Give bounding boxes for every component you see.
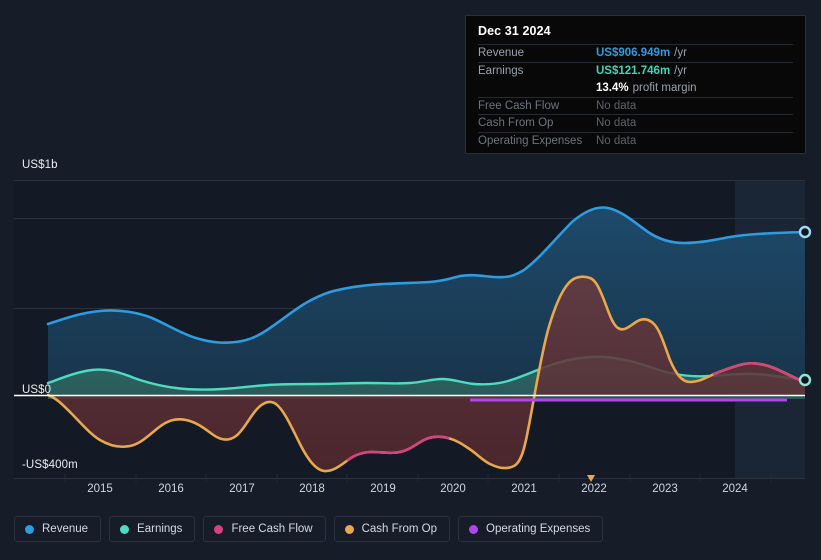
tooltip-value-earnings: US$121.746m [596,64,671,77]
tooltip-value-free-cash-flow: No data [596,99,637,112]
legend-label-free-cash-flow: Free Cash Flow [231,523,313,535]
chart-legend: Revenue Earnings Free Cash Flow Cash Fro… [14,516,604,542]
legend-label-revenue: Revenue [42,523,89,535]
legend-dot-free-cash-flow-icon [214,524,224,534]
tooltip-row-free-cash-flow: Free Cash Flow No data [478,96,793,115]
legend-item-revenue[interactable]: Revenue [14,516,102,542]
x-axis-tick-2023: 2023 [652,483,678,495]
end-marker-earnings[interactable] [798,373,812,387]
tooltip-label-cash-from-op: Cash From Op [478,117,554,130]
chart-tooltip: Dec 31 2024 Revenue US$906.949m /yr Earn… [465,15,806,154]
legend-label-cash-from-op: Cash From Op [361,523,438,535]
tooltip-value-profit-margin: 13.4% [596,81,629,94]
legend-dot-operating-expenses-icon [469,524,479,534]
tooltip-label-revenue: Revenue [478,47,525,60]
legend-dot-earnings-icon [120,524,130,534]
legend-dot-revenue-icon [25,524,34,534]
x-axis-tick-2018: 2018 [299,483,325,495]
x-axis-tick-2020: 2020 [440,483,466,495]
legend-dot-cash-from-op-icon [344,524,354,534]
x-axis-labels: 2015 2016 2017 2018 2019 2020 2021 2022 … [0,483,821,501]
end-marker-revenue[interactable] [798,225,812,239]
tooltip-row-earnings: Earnings US$121.746m /yr [478,61,793,80]
tooltip-unit-revenue: /yr [674,47,687,60]
x-axis-tick-2015: 2015 [87,483,113,495]
x-axis-tick-2022: 2022 [581,483,607,495]
tooltip-value-cash-from-op: No data [596,117,637,130]
y-axis-label-zero: US$0 [22,384,52,396]
legend-item-earnings[interactable]: Earnings [109,516,196,542]
legend-item-operating-expenses[interactable]: Operating Expenses [458,516,604,542]
tooltip-unit-profit-margin: profit margin [632,81,697,94]
legend-item-cash-from-op[interactable]: Cash From Op [333,516,451,542]
tooltip-label-free-cash-flow: Free Cash Flow [478,99,560,112]
tooltip-row-operating-expenses: Operating Expenses No data [478,131,793,150]
financial-chart-screenshot: US$1b US$0 -US$400m 2015 2016 2017 2018 … [0,0,821,560]
tooltip-date: Dec 31 2024 [478,24,551,38]
x-axis-tick-2021: 2021 [511,483,537,495]
legend-label-earnings: Earnings [137,523,183,535]
y-axis-label-bottom: -US$400m [22,459,78,471]
tooltip-row-cash-from-op: Cash From Op No data [478,114,793,132]
x-axis-tick-2019: 2019 [370,483,396,495]
tooltip-row-revenue: Revenue US$906.949m /yr [478,44,793,62]
legend-label-operating-expenses: Operating Expenses [486,523,591,535]
y-axis-label-top: US$1b [22,159,58,171]
tooltip-label-earnings: Earnings [478,64,524,77]
x-axis-tick-2017: 2017 [229,483,255,495]
tooltip-value-operating-expenses: No data [596,134,637,147]
tooltip-label-operating-expenses: Operating Expenses [478,134,583,147]
x-axis-tick-2024: 2024 [722,483,748,495]
x-axis-tick-2016: 2016 [158,483,184,495]
tooltip-value-revenue: US$906.949m [596,47,671,60]
tooltip-unit-earnings: /yr [674,64,687,77]
tooltip-row-profit-margin: 13.4% profit margin [478,79,793,97]
legend-item-free-cash-flow[interactable]: Free Cash Flow [203,516,326,542]
